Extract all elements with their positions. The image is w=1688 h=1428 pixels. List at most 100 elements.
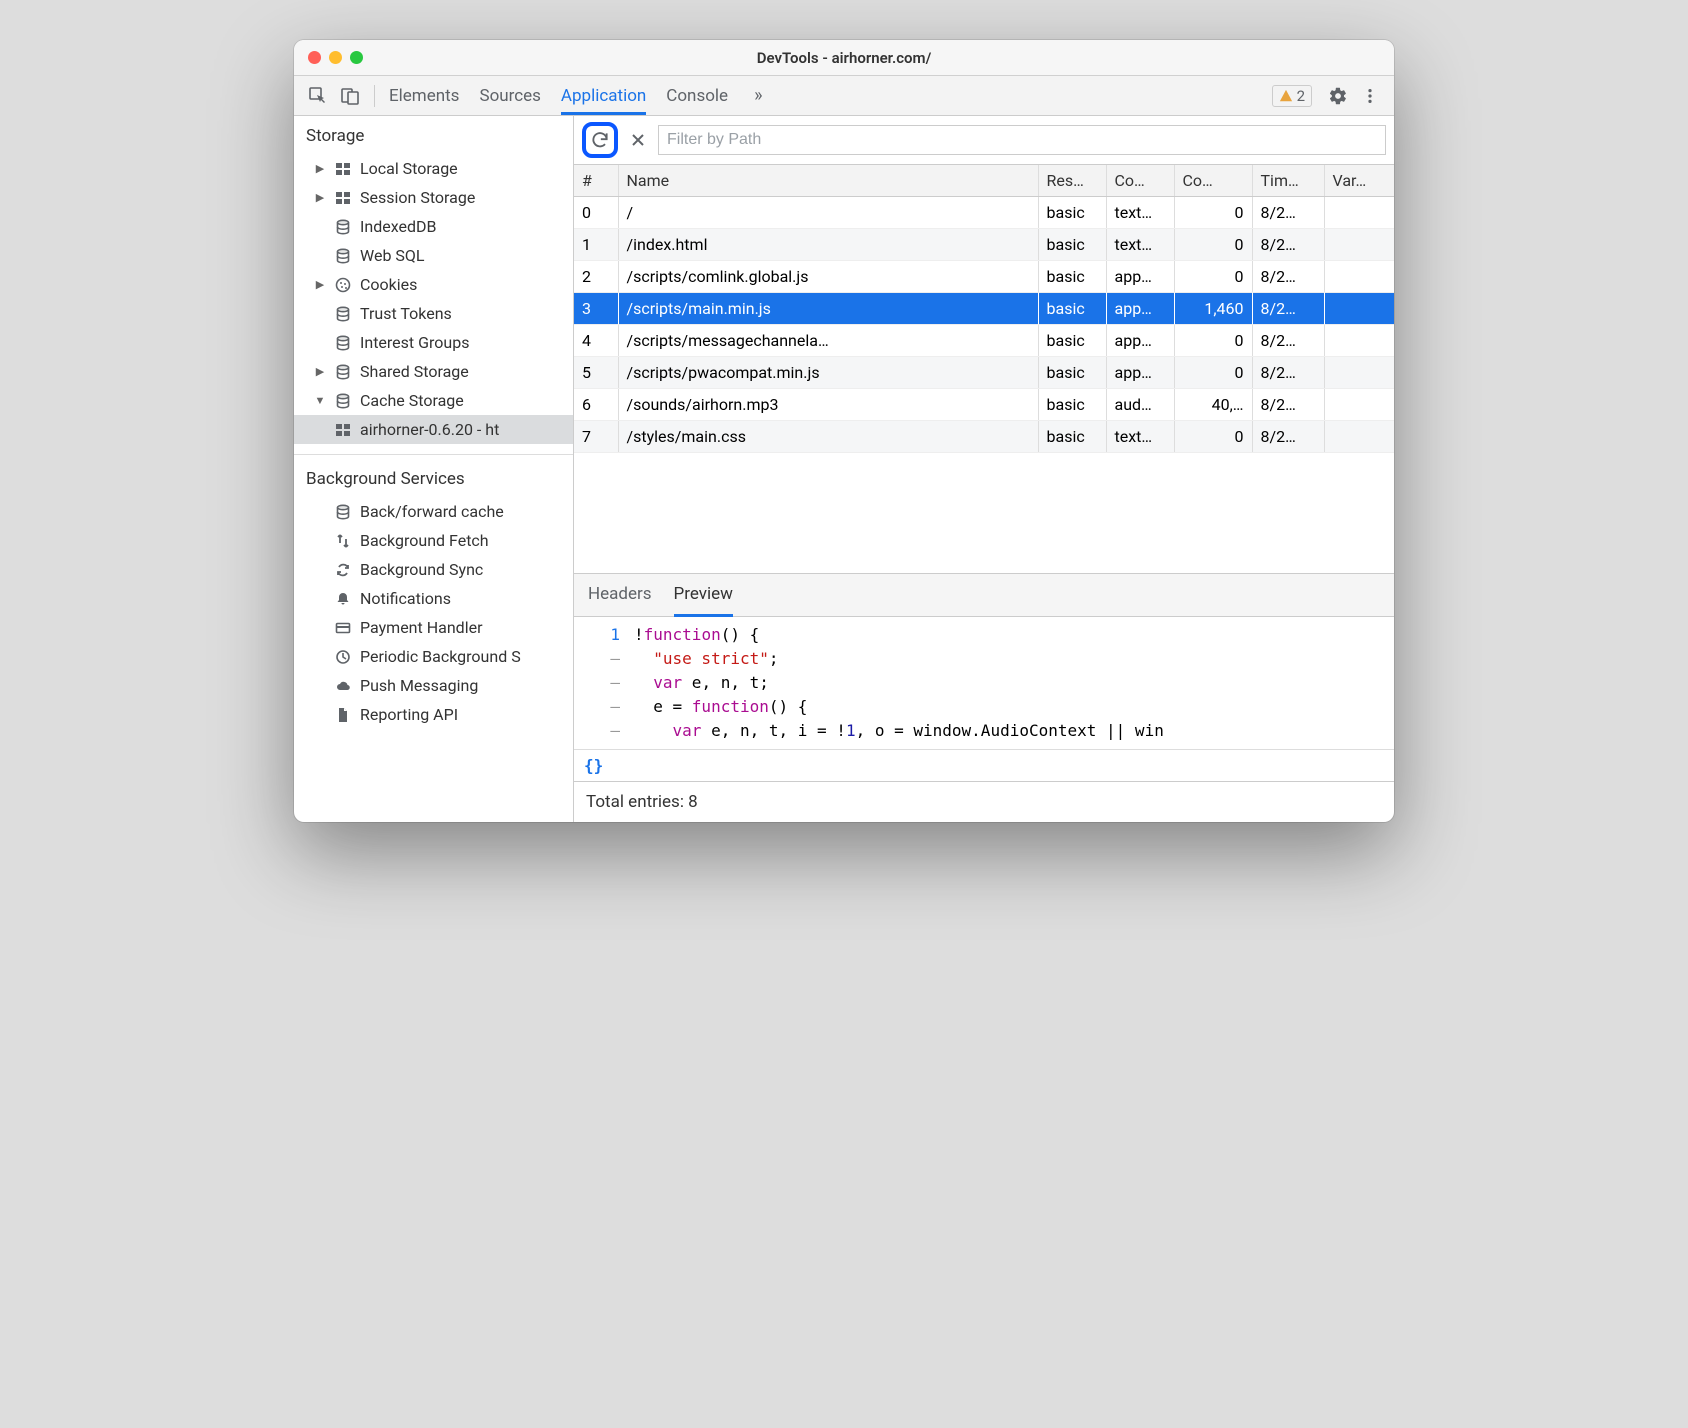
sidebar-item-shared-storage[interactable]: ▶Shared Storage [294,357,573,386]
table-row[interactable]: 0/basictext…08/2… [574,197,1394,229]
table-cell: 0 [1174,261,1252,293]
filter-input[interactable] [658,125,1386,155]
table-row[interactable]: 2/scripts/comlink.global.jsbasicapp…08/2… [574,261,1394,293]
table-row[interactable]: 7/styles/main.cssbasictext…08/2… [574,421,1394,453]
chevron-right-icon: ▶ [314,278,326,291]
sidebar-item-periodic-background-s[interactable]: ▶Periodic Background S [294,642,573,671]
settings-icon[interactable] [1324,82,1352,110]
table-header-6[interactable]: Var… [1324,165,1394,197]
refresh-button[interactable] [588,128,612,152]
sidebar-item-label: Push Messaging [360,676,478,695]
sidebar-item-back-forward-cache[interactable]: ▶Back/forward cache [294,497,573,526]
table-row[interactable]: 1/index.htmlbasictext…08/2… [574,229,1394,261]
sidebar-item-label: Session Storage [360,188,475,207]
sidebar-item-reporting-api[interactable]: ▶Reporting API [294,700,573,729]
tab-application[interactable]: Application [561,76,646,115]
table-cell: 3 [574,293,618,325]
table-header-3[interactable]: Co… [1106,165,1174,197]
minimize-window-button[interactable] [329,51,342,64]
code-line: – var e, n, t, i = !1, o = window.AudioC… [574,719,1394,743]
table-row[interactable]: 6/sounds/airhorn.mp3basicaud…40,…8/2… [574,389,1394,421]
table-cell: basic [1038,293,1106,325]
sidebar-item-indexeddb[interactable]: ▶IndexedDB [294,212,573,241]
sidebar-item-notifications[interactable]: ▶Notifications [294,584,573,613]
table-header-0[interactable]: # [574,165,618,197]
sidebar-item-payment-handler[interactable]: ▶Payment Handler [294,613,573,642]
sidebar-item-session-storage[interactable]: ▶Session Storage [294,183,573,212]
inspect-icon[interactable] [304,82,332,110]
window-titlebar: DevTools - airhorner.com/ [294,40,1394,76]
line-number: – [574,695,634,719]
db-icon [334,218,352,236]
sidebar-divider [294,454,573,455]
table-cell: app… [1106,325,1174,357]
clear-button[interactable] [626,128,650,152]
sidebar-item-local-storage[interactable]: ▶Local Storage [294,154,573,183]
table-cell: basic [1038,325,1106,357]
code-line: – e = function() { [574,695,1394,719]
table-cell: text… [1106,421,1174,453]
table-row[interactable]: 4/scripts/messagechannela…basicapp…08/2… [574,325,1394,357]
table-cell: basic [1038,229,1106,261]
table-icon [334,421,352,439]
sidebar-item-label: Trust Tokens [360,304,452,323]
tab-sources[interactable]: Sources [479,76,540,115]
warnings-count: 2 [1297,87,1305,105]
table-row[interactable]: 3/scripts/main.min.jsbasicapp…1,4608/2… [574,293,1394,325]
table-cell [1324,197,1394,229]
code-braces[interactable]: {} [574,749,1394,781]
table-cell: 8/2… [1252,325,1324,357]
table-cell [1324,325,1394,357]
table-cell: /sounds/airhorn.mp3 [618,389,1038,421]
line-number: 1 [574,623,634,647]
sidebar-item-background-sync[interactable]: ▶Background Sync [294,555,573,584]
sidebar-item-label: Background Sync [360,560,483,579]
table-cell: basic [1038,357,1106,389]
sidebar-item-push-messaging[interactable]: ▶Push Messaging [294,671,573,700]
sidebar-item-cache-storage[interactable]: ▼Cache Storage [294,386,573,415]
table-cell: /scripts/main.min.js [618,293,1038,325]
table-cell: 8/2… [1252,357,1324,389]
sidebar-item-background-fetch[interactable]: ▶Background Fetch [294,526,573,555]
table-cell: 4 [574,325,618,357]
application-sidebar: Storage▶Local Storage▶Session Storage▶In… [294,116,574,822]
fetch-icon [334,532,352,550]
detail-tab-preview[interactable]: Preview [674,574,733,617]
table-header-4[interactable]: Co… [1174,165,1252,197]
table-cell: /index.html [618,229,1038,261]
panel-tabs: Elements Sources Application Console » [389,76,1268,115]
tab-elements[interactable]: Elements [389,76,459,115]
table-cell: /styles/main.css [618,421,1038,453]
device-toggle-icon[interactable] [336,82,364,110]
table-cell: basic [1038,197,1106,229]
line-number: – [574,671,634,695]
table-cell: /scripts/messagechannela… [618,325,1038,357]
sidebar-item-label: Cookies [360,275,417,294]
main-panel: #NameRes…Co…Co…Tim…Var… 0/basictext…08/2… [574,116,1394,822]
tab-console[interactable]: Console [666,76,728,115]
table-empty-space [574,453,1394,573]
cookie-icon [334,276,352,294]
sidebar-item-web-sql[interactable]: ▶Web SQL [294,241,573,270]
sidebar-item-cookies[interactable]: ▶ Cookies [294,270,573,299]
sidebar-item-label: Background Fetch [360,531,489,550]
sync-icon [334,561,352,579]
sidebar-item-airhorner-0-6-20-ht[interactable]: airhorner-0.6.20 - ht [294,415,573,444]
detail-tab-headers[interactable]: Headers [588,574,652,617]
db-icon [334,503,352,521]
close-window-button[interactable] [308,51,321,64]
table-row[interactable]: 5/scripts/pwacompat.min.jsbasicapp…08/2… [574,357,1394,389]
kebab-menu-icon[interactable] [1356,82,1384,110]
card-icon [334,619,352,637]
table-cell: 0 [1174,421,1252,453]
table-header-1[interactable]: Name [618,165,1038,197]
warnings-badge[interactable]: 2 [1272,85,1312,107]
more-tabs-button[interactable]: » [748,85,768,106]
table-header-2[interactable]: Res… [1038,165,1106,197]
sidebar-section-title: Storage [294,116,573,154]
sidebar-item-interest-groups[interactable]: ▶Interest Groups [294,328,573,357]
maximize-window-button[interactable] [350,51,363,64]
table-header-5[interactable]: Tim… [1252,165,1324,197]
table-cell: basic [1038,421,1106,453]
sidebar-item-trust-tokens[interactable]: ▶Trust Tokens [294,299,573,328]
